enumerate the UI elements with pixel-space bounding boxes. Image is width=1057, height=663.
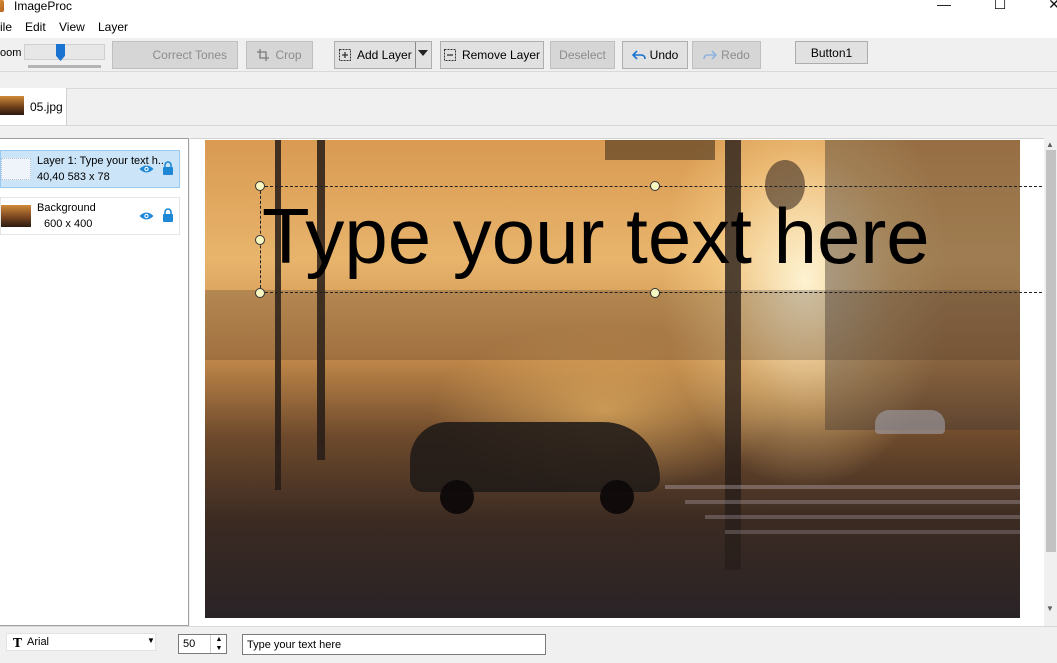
toolbar: oom Correct Tones Crop Add Layer Remove …	[0, 38, 1057, 72]
correct-tones-button[interactable]: Correct Tones	[112, 41, 238, 69]
selection-box[interactable]	[260, 186, 1057, 293]
crop-label: Crop	[275, 48, 302, 62]
layer-name: Background	[37, 202, 96, 214]
redo-button[interactable]: Redo	[692, 41, 761, 69]
crosswalk-stripe	[665, 485, 1020, 489]
layer-row-text[interactable]: Layer 1: Type your text h... 40,40 583 x…	[0, 150, 180, 188]
button1[interactable]: Button1	[795, 41, 868, 64]
add-layer-dropdown-arrow-icon[interactable]	[418, 50, 428, 56]
resize-handle-bottom[interactable]	[650, 288, 660, 298]
undo-icon	[631, 49, 646, 61]
title-bar	[0, 0, 1057, 16]
zoom-label: oom	[0, 47, 22, 59]
text-content-input[interactable]	[242, 634, 546, 655]
scroll-up-icon[interactable]: ▲	[1046, 140, 1054, 149]
correct-tones-label: Correct Tones	[152, 48, 227, 62]
tab-05-jpg[interactable]: 05.jpg	[0, 88, 67, 125]
lock-icon[interactable]	[162, 208, 174, 222]
layer-panel: Layer 1: Type your text h... 40,40 583 x…	[0, 138, 189, 626]
menu-edit[interactable]: Edit	[25, 20, 46, 34]
window-title: ImageProc	[14, 0, 73, 13]
app-icon	[0, 0, 4, 12]
crop-button[interactable]: Crop	[246, 41, 313, 69]
redo-icon	[703, 49, 718, 61]
scrollbar-thumb[interactable]	[1046, 150, 1056, 552]
layer-info: 600 x 400	[44, 218, 93, 230]
button1-label: Button1	[810, 45, 853, 60]
crop-icon	[257, 49, 270, 61]
maximize-button[interactable]: ☐	[977, 0, 1023, 13]
eye-icon[interactable]	[139, 211, 154, 221]
undo-label: Undo	[649, 48, 679, 62]
document-tab-strip	[0, 88, 1057, 126]
remove-layer-button[interactable]: Remove Layer	[440, 41, 544, 69]
tab-thumbnail	[0, 96, 24, 115]
signal-silhouette	[605, 140, 715, 160]
tab-label: 05.jpg	[30, 100, 63, 114]
font-size-stepper[interactable]: 50 ▲ ▼	[178, 634, 227, 654]
layer-thumbnail	[1, 158, 31, 180]
font-select[interactable]: T Arial ▼	[6, 633, 156, 651]
lock-icon[interactable]	[162, 161, 174, 175]
car-wheel	[600, 480, 634, 514]
crosswalk-stripe	[705, 515, 1020, 519]
scroll-down-icon[interactable]: ▼	[1046, 604, 1054, 613]
menu-file[interactable]: ile	[0, 20, 12, 34]
minimize-button[interactable]: —	[921, 0, 967, 13]
font-size-value: 50	[183, 638, 196, 650]
font-type-icon: T	[13, 636, 22, 650]
deselect-label: Deselect	[559, 48, 606, 62]
eye-icon[interactable]	[139, 164, 154, 174]
layer-row-background[interactable]: Background 600 x 400	[0, 197, 180, 235]
resize-handle-bottom-left[interactable]	[255, 288, 265, 298]
add-layer-label: Add Layer	[357, 48, 412, 62]
layer-name: Layer 1: Type your text h...	[37, 155, 168, 167]
resize-handle-top-left[interactable]	[255, 181, 265, 191]
menu-bar: ile Edit View Layer	[0, 16, 1057, 38]
undo-button[interactable]: Undo	[622, 41, 688, 69]
deselect-button[interactable]: Deselect	[550, 41, 615, 69]
spin-arrows-icon[interactable]: ▲ ▼	[210, 635, 227, 653]
layer-info: 40,40 583 x 78	[37, 171, 110, 183]
crosswalk-stripe	[725, 530, 1020, 534]
add-layer-divider	[415, 42, 416, 68]
redo-label: Redo	[721, 48, 750, 62]
horizon-haze	[205, 290, 1020, 360]
font-select-value: Arial	[27, 636, 50, 648]
parked-car-silhouette	[875, 410, 945, 434]
zoom-slider-tickbar	[28, 65, 101, 68]
crosswalk-stripe	[685, 500, 1020, 504]
layer-thumbnail	[1, 205, 31, 227]
car-wheel	[440, 480, 474, 514]
chevron-down-icon: ▼	[147, 636, 155, 645]
remove-layer-icon	[443, 49, 456, 61]
add-layer-icon	[339, 49, 351, 61]
menu-layer[interactable]: Layer	[98, 20, 128, 34]
close-button[interactable]: ✕	[1031, 0, 1057, 13]
remove-layer-label: Remove Layer	[461, 48, 541, 62]
menu-view[interactable]: View	[59, 20, 85, 34]
resize-handle-left[interactable]	[255, 235, 265, 245]
resize-handle-top[interactable]	[650, 181, 660, 191]
